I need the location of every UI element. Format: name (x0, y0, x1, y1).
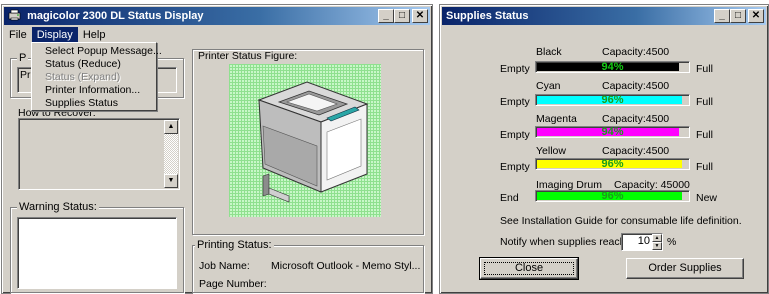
menu-item-supplies-status[interactable]: Supplies Status (32, 97, 156, 110)
close-button-focus (484, 262, 574, 275)
supplies-close-icon[interactable]: ✕ (748, 9, 764, 23)
warning-status-box (17, 217, 177, 289)
page-number-label: Page Number: (199, 278, 267, 290)
job-name-value: Microsoft Outlook - Memo Styl... (271, 260, 421, 272)
supply-low-label: Empty (500, 96, 530, 108)
printer-app-icon (8, 9, 21, 21)
supply-high-label: New (696, 192, 718, 204)
menu-item-printer-information[interactable]: Printer Information... (32, 84, 156, 97)
supply-name: Magenta (536, 113, 577, 125)
supplies-status-window: Supplies Status _ □ ✕ Black Capacity:450… (439, 4, 769, 294)
supply-capacity: Capacity:4500 (602, 80, 670, 92)
supply-high-label: Full (696, 63, 713, 75)
notify-unit: % (667, 236, 677, 248)
supply-percent: 96% (601, 158, 624, 170)
menu-item-status-reduce[interactable]: Status (Reduce) (32, 58, 156, 71)
notify-threshold-input[interactable]: 10 ▲ ▼ (621, 233, 663, 251)
menu-item-status-expand: Status (Expand) (45, 71, 121, 83)
supply-percent: 94% (601, 126, 624, 138)
how-to-recover-box: ▲ ▼ (18, 118, 180, 190)
close-icon[interactable]: ✕ (412, 9, 428, 23)
supply-low-label: Empty (500, 63, 530, 75)
printer-illustration (257, 81, 369, 203)
notify-value: 10 (637, 235, 650, 247)
printer-status-group-label: P (17, 52, 29, 64)
maximize-icon[interactable]: □ (394, 9, 410, 23)
supply-level-bar: 96% (535, 158, 690, 170)
printer-status-text: Pr (20, 69, 31, 81)
supply-high-label: Full (696, 96, 713, 108)
supply-level-bar: 94% (535, 61, 690, 73)
printer-status-figure (229, 64, 381, 217)
supplies-minimize-icon[interactable]: _ (714, 9, 730, 23)
warning-status-label: Warning Status: (17, 201, 99, 213)
warning-status-group: Warning Status: (10, 201, 184, 293)
supply-percent: 96% (601, 190, 624, 202)
install-note: See Installation Guide for consumable li… (500, 215, 742, 227)
supply-name: Yellow (536, 145, 566, 157)
display-menu-dropdown: Select Popup Message... Status (Reduce) … (31, 42, 162, 111)
supply-percent: 96% (601, 94, 624, 106)
status-display-title: magicolor 2300 DL Status Display (27, 10, 204, 22)
supply-high-label: Full (696, 129, 713, 141)
close-button[interactable]: Close (479, 257, 579, 280)
job-name-label: Job Name: (199, 260, 250, 272)
printer-figure-group (192, 49, 424, 235)
menu-file[interactable]: File (4, 27, 32, 43)
supplies-titlebar[interactable]: Supplies Status _ □ ✕ (442, 7, 766, 25)
printing-status-label: Printing Status: (195, 239, 274, 251)
supply-capacity: Capacity:4500 (602, 46, 670, 58)
menu-item-select-popup-message[interactable]: Select Popup Message... (32, 45, 162, 58)
menu-display[interactable]: Display (31, 26, 78, 43)
supply-level-bar: 96% (535, 94, 690, 106)
status-display-titlebar[interactable]: magicolor 2300 DL Status Display _ □ ✕ (4, 7, 430, 25)
menu-help[interactable]: Help (78, 27, 111, 43)
minimize-icon[interactable]: _ (378, 9, 394, 23)
supply-name: Cyan (536, 80, 561, 92)
notify-spinner[interactable]: ▲ ▼ (652, 234, 662, 250)
supply-level-bar: 94% (535, 126, 690, 138)
supply-name: Black (536, 46, 562, 58)
supply-capacity: Capacity:4500 (602, 113, 670, 125)
order-supplies-button[interactable]: Order Supplies (626, 258, 744, 279)
supply-low-label: Empty (500, 129, 530, 141)
supply-low-label: Empty (500, 161, 530, 173)
menu-bar: File Display Help (4, 26, 430, 43)
supply-capacity: Capacity:4500 (602, 145, 670, 157)
spin-up-icon[interactable]: ▲ (652, 234, 662, 242)
printing-status-group: Printing Status: Job Name: Microsoft Out… (192, 239, 424, 293)
status-display-window: magicolor 2300 DL Status Display _ □ ✕ F… (1, 4, 433, 294)
supplies-title: Supplies Status (446, 10, 529, 22)
supplies-maximize-icon[interactable]: □ (730, 9, 746, 23)
supply-percent: 94% (601, 61, 624, 73)
recover-scrollbar[interactable]: ▲ ▼ (164, 120, 178, 188)
supply-low-label: End (500, 192, 519, 204)
order-supplies-label: Order Supplies (648, 262, 722, 274)
spin-down-icon[interactable]: ▼ (652, 242, 662, 250)
scroll-down-icon[interactable]: ▼ (164, 174, 178, 188)
scroll-up-icon[interactable]: ▲ (164, 120, 178, 134)
notify-label: Notify when supplies reach (500, 236, 626, 248)
supply-level-bar: 96% (535, 190, 690, 202)
supply-high-label: Full (696, 161, 713, 173)
